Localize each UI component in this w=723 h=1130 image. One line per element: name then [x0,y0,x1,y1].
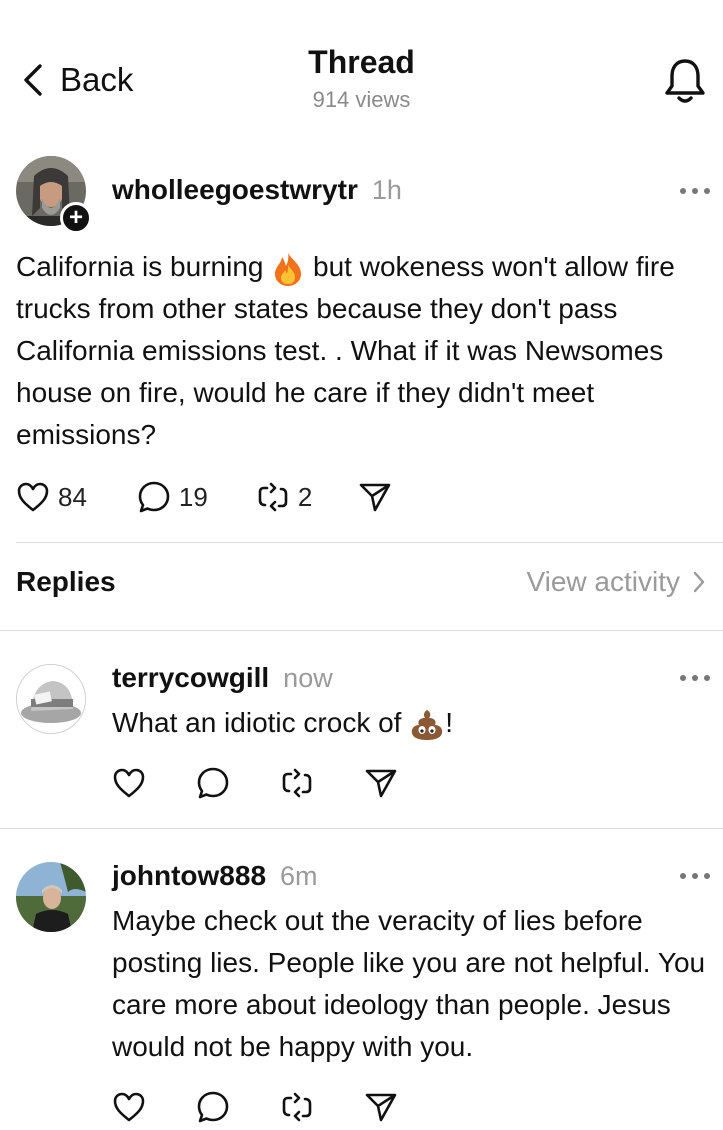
post-text-part1: California is burning [16,251,264,282]
reply-username[interactable]: terrycowgill [112,662,269,694]
replies-header: Replies View activity [16,566,706,598]
speech-bubble-icon [138,481,170,513]
chevron-right-icon [693,571,705,593]
repost-icon [282,1092,312,1122]
avatar-image [16,862,86,932]
view-count: 914 views [312,87,411,112]
like-button[interactable] [112,1091,146,1123]
reply-actions [112,1090,398,1124]
reply-divider [0,828,723,829]
repost-icon [258,482,288,512]
post-time: 1h [371,175,402,205]
comment-button[interactable] [196,766,230,800]
paper-plane-icon [365,1093,397,1122]
more-dots-icon[interactable] [680,870,710,882]
avatar[interactable] [16,664,86,734]
more-dots-icon[interactable] [680,185,710,197]
speech-bubble-icon [197,1091,229,1123]
follow-plus-button[interactable]: + [60,202,92,234]
share-button[interactable] [364,767,398,799]
repost-icon [282,768,312,798]
replies-title: Replies [16,566,116,597]
reply-actions [112,766,398,800]
heart-icon [113,1092,145,1122]
heart-icon [113,768,145,798]
view-activity-link[interactable]: View activity [526,566,706,598]
reply-author-line: johntow888 6m [112,860,318,892]
reply-time: now [283,663,333,693]
reply-item: johntow888 6m Maybe check out the veraci… [0,830,723,1130]
fire-emoji [275,252,302,286]
share-button[interactable] [358,481,392,513]
reply-author-line: terrycowgill now [112,662,333,694]
reply-time: 6m [280,861,318,891]
post-divider [16,542,723,543]
poop-emoji [412,709,443,740]
comment-count: 19 [178,481,208,512]
reply-text: What an idiotic crock of ! [112,702,712,744]
comment-button[interactable]: 19 [137,480,208,514]
speech-bubble-icon [197,767,229,799]
share-button[interactable] [364,1091,398,1123]
like-button[interactable]: 84 [16,481,87,513]
bell-icon[interactable] [663,56,707,106]
heart-icon [17,482,49,512]
reply-text: Maybe check out the veracity of lies bef… [112,905,706,1062]
header-title-block: Thread 914 views [0,44,723,113]
reply-text-part1: What an idiotic crock of [112,707,402,738]
repost-button[interactable] [280,766,314,800]
like-button[interactable] [112,767,146,799]
post-text: California is burning but wokeness won't… [16,246,716,456]
reply-username[interactable]: johntow888 [112,860,266,892]
reply-item: terrycowgill now What an idiotic crock o… [0,630,723,830]
avatar[interactable] [16,862,86,932]
post-actions: 84 19 2 [16,480,392,514]
post-username[interactable]: wholleegoestwrytr [112,174,358,206]
avatar-image [17,665,85,733]
page-title: Thread [308,44,415,80]
header: Back Thread 914 views [0,0,723,140]
repost-button[interactable] [280,1090,314,1124]
repost-count: 2 [297,481,313,512]
more-dots-icon[interactable] [680,672,710,684]
repost-button[interactable]: 2 [256,480,312,514]
paper-plane-icon [360,483,391,512]
post-author-line: wholleegoestwrytr 1h [112,174,402,206]
like-count: 84 [58,481,87,512]
comment-button[interactable] [196,1090,230,1124]
paper-plane-icon [365,769,397,798]
view-activity-label: View activity [526,566,680,597]
reply-text-part2: ! [445,707,454,738]
